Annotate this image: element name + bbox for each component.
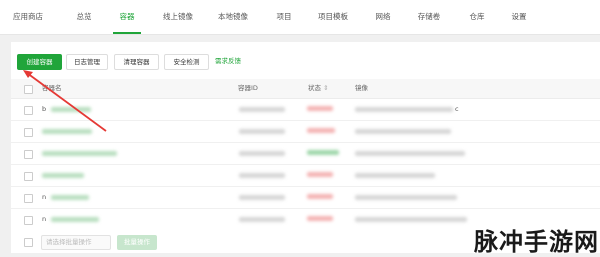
annotation-arrow [23,70,107,132]
arrow-line [26,72,107,132]
watermark-text: 脉冲手游网 [474,228,599,256]
